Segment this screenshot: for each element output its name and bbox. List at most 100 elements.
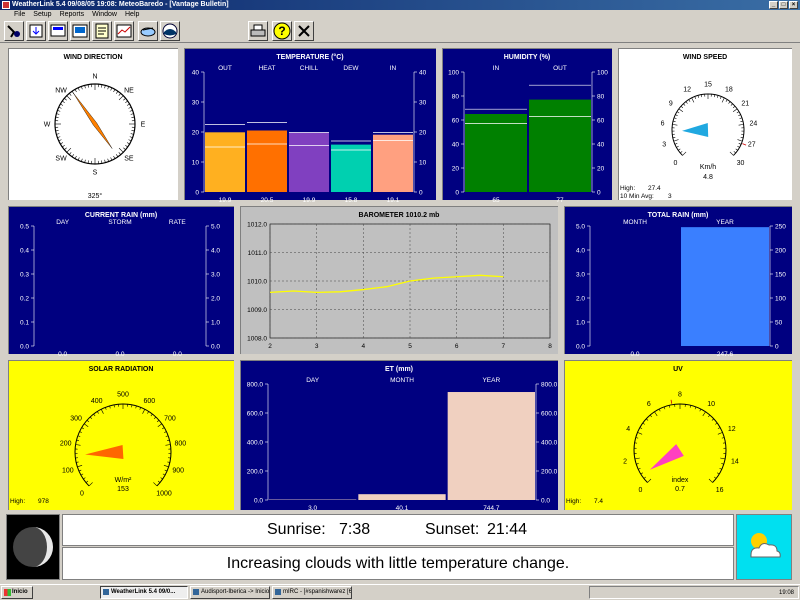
et-bar-year: [447, 392, 535, 500]
compass-label-e: E: [141, 122, 146, 129]
temperature-right-tick: 20: [419, 130, 427, 137]
compass-label-sw: SW: [55, 155, 67, 162]
temperature-chart: 40 30 20 10 0 40 30 20 10 0 OUT 19.9 HEAT 20.5 CHILL 19…: [192, 65, 427, 204]
temperature-bar-heat: [247, 130, 287, 192]
et-left-tick: 800.0: [247, 382, 264, 389]
compass-label-se: SE: [124, 155, 134, 162]
temperature-category-dew: DEW: [343, 65, 359, 72]
menu-setup[interactable]: Setup: [33, 10, 51, 19]
close-icon[interactable]: [294, 21, 314, 41]
wind-speed-avg-label: 10 Min Avg:: [620, 193, 654, 200]
current-rain-panel: CURRENT RAIN (mm) 0.5 0.4 0.3 0.2 0.1 0.0 5.0 4…: [6, 204, 236, 358]
et-left-tick: 400.0: [247, 440, 264, 447]
uv-tick-label: 4: [626, 426, 630, 433]
connect-icon[interactable]: [4, 21, 24, 41]
print-icon[interactable]: [248, 21, 268, 41]
et-value-year: 744.7: [483, 505, 500, 512]
temperature-right-tick: 40: [419, 70, 427, 77]
strip-chart-icon[interactable]: [114, 21, 134, 41]
menu-window[interactable]: Window: [92, 10, 117, 19]
summary-icon[interactable]: [70, 21, 90, 41]
noaa-logo-icon[interactable]: [160, 21, 180, 41]
temperature-category-chill: CHILL: [300, 65, 319, 72]
temperature-left-tick: 0: [195, 190, 199, 197]
barometer-x-tick: 8: [548, 343, 552, 350]
close-window-button[interactable]: ×: [789, 1, 798, 9]
wind-speed-tick-label: 9: [669, 100, 673, 107]
barometer-x-tick: 4: [362, 343, 366, 350]
et-right-tick: 400.0: [541, 440, 558, 447]
wind-speed-unit: Km/h: [700, 164, 716, 171]
et-category-year: YEAR: [482, 377, 500, 384]
current-rain-category-day: DAY: [56, 219, 70, 226]
menu-help[interactable]: Help: [125, 10, 139, 19]
internet-icon[interactable]: [138, 21, 158, 41]
taskbar-item-audisport[interactable]: Audisport-Iberica -> Inicio...: [190, 586, 270, 599]
current-rain-right-tick: 4.0: [211, 248, 220, 255]
solar-radiation-panel: SOLAR RADIATION W/m² 153 High: 978 0 100 2…: [6, 358, 236, 512]
et-right-tick: 600.0: [541, 411, 558, 418]
temperature-category-in: IN: [390, 65, 397, 72]
taskbar: Inicio WeatherLink 5.4 09/0... Audisport…: [0, 584, 800, 600]
barometer-y-tick: 1008.0: [247, 336, 267, 343]
wind-speed-tick-label: 15: [704, 82, 712, 89]
temperature-value-dew: 15.8: [345, 197, 358, 204]
taskbar-item-weatherlink[interactable]: WeatherLink 5.4 09/0...: [100, 586, 188, 599]
maximize-button[interactable]: □: [779, 1, 788, 9]
noaa-report-icon[interactable]: [92, 21, 112, 41]
current-rain-right-tick: 5.0: [211, 224, 220, 231]
wind-speed-panel: WIND SPEED Km/h 4.8 High: 27.4 10 Min Av…: [616, 46, 794, 202]
et-left-tick: 0.0: [254, 498, 263, 505]
wind-speed-tick-label: 6: [661, 120, 665, 127]
temperature-left-tick: 10: [192, 160, 200, 167]
menu-reports[interactable]: Reports: [60, 10, 85, 19]
app-icon: [2, 1, 10, 9]
current-rain-value-storm: 0.0: [115, 351, 124, 358]
humidity-left-tick: 80: [452, 94, 460, 101]
solar-arc: [74, 403, 172, 487]
humidity-category-out: OUT: [553, 65, 567, 72]
temperature-panel: TEMPERATURE (°C) 40 30 20 10 0 40 30 20 10 0 OUT 19…: [182, 46, 438, 204]
temperature-bar-chill: [289, 132, 329, 192]
humidity-category-in: IN: [493, 65, 500, 72]
et-right-tick: 800.0: [541, 382, 558, 389]
menu-file[interactable]: File: [14, 10, 25, 19]
current-rain-chart: 0.5 0.4 0.3 0.2 0.1 0.0 5.0 4.0 3.0 2.0 1.0 0.0 DAY 0…: [20, 219, 220, 358]
download-icon[interactable]: [26, 21, 46, 41]
humidity-right-tick: 80: [597, 94, 605, 101]
et-value-month: 40.1: [396, 505, 409, 512]
et-category-month: MONTH: [390, 377, 414, 384]
temperature-value-out: 19.9: [219, 197, 232, 204]
moon-phase-icon: [6, 514, 60, 580]
compass-label-s: S: [93, 170, 98, 177]
total-rain-left-tick: 2.0: [576, 296, 585, 303]
taskbar-item-mirc[interactable]: mIRC - [#spanishwarez [6...: [272, 586, 352, 599]
barometer-x-tick: 5: [408, 343, 412, 350]
humidity-bar-in: [465, 114, 527, 192]
total-rain-left-tick: 1.0: [576, 320, 585, 327]
barometer-y-tick: 1011.0: [248, 250, 268, 257]
uv-tick-label: 14: [731, 458, 739, 465]
minimize-button[interactable]: _: [769, 1, 778, 9]
total-rain-chart: 5.0 4.0 3.0 2.0 1.0 0.0 250 200 150 100 50 0 MONTH 0.…: [576, 219, 786, 358]
uv-tick-label: 12: [728, 426, 736, 433]
help-icon[interactable]: ?: [272, 21, 292, 41]
wind-direction-gauge: N NE E SE S SW W NW 325°: [44, 74, 146, 201]
solar-tick-label: 0: [80, 491, 84, 498]
et-chart: 800.0 600.0 400.0 200.0 0.0 800.0 600.0 400.0 20…: [247, 377, 558, 512]
et-left-tick: 200.0: [247, 469, 264, 476]
temperature-right-tick: 10: [419, 160, 427, 167]
start-button[interactable]: Inicio: [1, 586, 33, 599]
current-rain-left-tick: 0.0: [20, 344, 29, 351]
temperature-bar-dew: [331, 144, 371, 192]
et-value-day: 3.0: [308, 505, 317, 512]
bulletin-icon[interactable]: [48, 21, 68, 41]
uv-gauge: index 0.7 High: 7.4 0 2 4 6 8 10 12 14 16: [566, 392, 739, 506]
uv-tick-label: 6: [647, 401, 651, 408]
total-rain-category-year: YEAR: [716, 219, 734, 226]
total-rain-value-month: 0.0: [630, 351, 639, 358]
et-right-tick: 0.0: [541, 498, 550, 505]
humidity-panel: HUMIDITY (%) 100 80 60 40 20 0 100 80 60 40 20 0 IN 6…: [440, 46, 614, 204]
uv-unit: index: [672, 477, 689, 484]
barometer-x-tick: 3: [315, 343, 319, 350]
